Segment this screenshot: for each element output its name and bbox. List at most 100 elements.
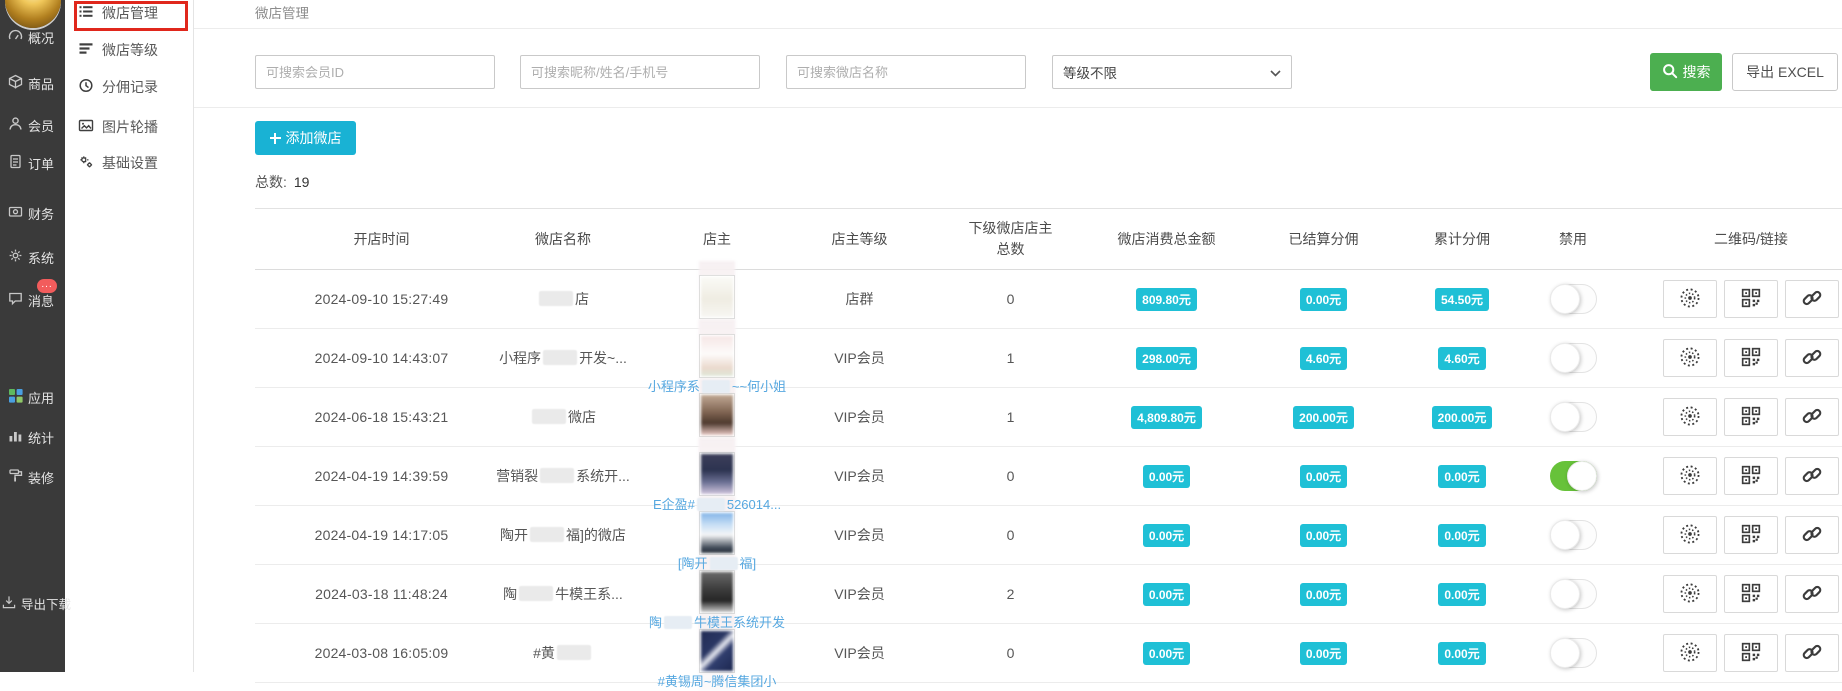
search-button[interactable]: 搜索 [1650,53,1722,91]
submenu-item-commission-records[interactable]: 分佣记录 [65,74,193,100]
stats-icon [8,428,23,446]
main-content: 微店管理 等级不限 搜索 导出 EXCEL 添加微店 总数: 19 开店时间 微… [194,0,1842,672]
disable-toggle[interactable] [1550,461,1597,491]
owner-link[interactable]: 小程序系~~何小姐 [648,376,786,395]
sidebar-item-orders[interactable]: 订单 [0,154,65,172]
link-button[interactable] [1785,634,1839,672]
level-select[interactable]: 等级不限 [1052,55,1292,89]
owner-avatar [699,334,735,378]
qrcode-button[interactable] [1724,339,1778,377]
store-name: 店 [478,289,648,309]
minicode-icon [1679,464,1701,489]
link-button[interactable] [1785,457,1839,495]
sidebar-item-members[interactable]: 会员 [0,116,65,134]
overview-icon [8,28,23,46]
owner-level: VIP会员 [786,584,933,604]
settled-commission-badge: 0.00元 [1300,465,1347,488]
disable-toggle[interactable] [1550,402,1597,432]
submenu-item-image-carousel[interactable]: 图片轮播 [65,114,193,140]
link-button[interactable] [1785,398,1839,436]
qr-link-actions [1660,634,1842,672]
qrcode-button[interactable] [1724,634,1778,672]
qrcode-button[interactable] [1724,575,1778,613]
redacted-text [664,616,692,629]
owner-level: VIP会员 [786,348,933,368]
qrcode-button[interactable] [1724,516,1778,554]
owner-avatar [699,393,735,437]
chevron-down-icon [1270,65,1281,80]
qrcode-button[interactable] [1724,457,1778,495]
minicode-button[interactable] [1663,575,1717,613]
header-settled-commission: 已结算分佣 [1245,229,1402,250]
sidebar-item-system[interactable]: 系统 [0,248,65,266]
add-store-button[interactable]: 添加微店 [255,121,356,155]
link-button[interactable] [1785,339,1839,377]
link-button[interactable] [1785,516,1839,554]
total-amount-badge: 0.00元 [1143,642,1190,665]
sub-store-count: 1 [933,409,1088,425]
toolbar: 添加微店 [194,108,1842,155]
table-row: 2024-09-10 15:27:49 店 店群 0 809.80元 0.00元… [255,270,1842,329]
total-amount-badge: 0.00元 [1143,465,1190,488]
total-count: 总数: 19 [194,155,1842,208]
disable-toggle[interactable] [1550,343,1597,373]
member-id-input[interactable] [255,55,495,89]
minicode-button[interactable] [1663,339,1717,377]
submenu-item-store-level[interactable]: 微店等级 [65,37,193,63]
store-name: #黄 [478,643,648,663]
minicode-button[interactable] [1663,280,1717,318]
sidebar-item-export-download[interactable]: 导出下载 [0,594,65,612]
link-button[interactable] [1785,575,1839,613]
link-icon [1801,641,1823,666]
store-name-input[interactable] [786,55,1026,89]
qrcode-icon [1741,347,1761,370]
disable-toggle[interactable] [1550,284,1597,314]
sidebar-item-decorate[interactable]: 装修 [0,468,65,486]
store-submenu: 微店管理 微店等级 分佣记录 图片轮播 基础设置 [65,0,194,672]
owner-link[interactable]: [陶开福] [678,553,756,572]
owner-level: VIP会员 [786,643,933,663]
disable-toggle[interactable] [1550,520,1597,550]
store-name: 营销裂系统开... [478,466,648,486]
qrcode-button[interactable] [1724,280,1778,318]
sidebar-item-goods[interactable]: 商品 [0,74,65,92]
table-header: 开店时间 微店名称 店主 店主等级 下级微店店主总数 微店消费总金额 已结算分佣… [255,209,1842,270]
owner-link[interactable]: 陶牛模王系统开发 [649,612,785,631]
sub-store-count: 0 [933,527,1088,543]
sidebar-item-stats[interactable]: 统计 [0,428,65,446]
minicode-icon [1679,523,1701,548]
submenu-item-store-management[interactable]: 微店管理 [65,0,193,26]
owner-link[interactable]: #黄锡周~腾信集团小 [658,671,777,690]
owner-link[interactable]: E企盈#526014... [653,494,781,513]
sub-store-count: 0 [933,645,1088,661]
disable-toggle[interactable] [1550,579,1597,609]
qrcode-button[interactable] [1724,398,1778,436]
clock-icon [78,78,94,96]
minicode-button[interactable] [1663,634,1717,672]
nickname-input[interactable] [520,55,760,89]
minicode-button[interactable] [1663,516,1717,554]
qrcode-icon [1741,288,1761,311]
minicode-icon [1679,641,1701,666]
minicode-button[interactable] [1663,457,1717,495]
toggle-knob [1550,520,1580,550]
open-time: 2024-04-19 14:17:05 [255,527,478,543]
submenu-item-basic-settings[interactable]: 基础设置 [65,150,193,176]
owner-level: VIP会员 [786,525,933,545]
members-icon [8,116,23,134]
disable-toggle[interactable] [1550,638,1597,668]
sidebar-item-overview[interactable]: 概况 [0,28,65,46]
cumulative-commission-badge: 0.00元 [1438,465,1485,488]
sidebar-item-apps[interactable]: 应用 [0,388,65,406]
total-count-value: 19 [294,174,310,190]
qr-link-actions [1660,280,1842,318]
qrcode-icon [1741,524,1761,547]
download-icon [2,595,16,612]
sidebar-item-finance[interactable]: 财务 [0,204,65,222]
sidebar-item-messages[interactable]: 消息 [0,291,65,309]
header-total-amount: 微店消费总金额 [1088,229,1245,250]
export-excel-button[interactable]: 导出 EXCEL [1732,53,1838,91]
link-button[interactable] [1785,280,1839,318]
minicode-button[interactable] [1663,398,1717,436]
header-owner-level: 店主等级 [786,229,933,250]
